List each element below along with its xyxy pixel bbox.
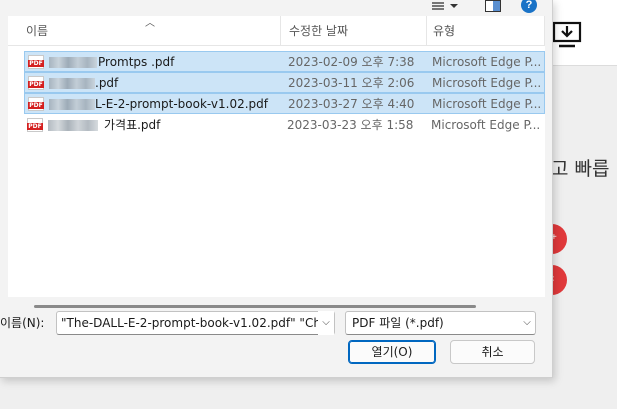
filename-input[interactable]: "The-DALL-E-2-prompt-book-v1.02.pdf" "Ch… (56, 311, 335, 335)
cancel-button[interactable]: 취소 (450, 340, 535, 364)
chevron-down-icon[interactable]: ⌵ (520, 311, 534, 335)
pdf-icon (28, 76, 44, 90)
horizontal-scrollbar[interactable] (34, 305, 476, 308)
pdf-icon (27, 118, 43, 132)
view-menu-icon[interactable] (432, 0, 458, 12)
open-button[interactable]: 열기(O) (348, 340, 436, 364)
file-date: 2023-03-27 오후 4:40 (288, 97, 415, 111)
file-name: 가격표.pdf (104, 118, 161, 132)
pdf-icon (28, 97, 44, 111)
help-icon[interactable]: ? (521, 0, 537, 13)
file-date: 2023-03-11 오후 2:06 (288, 76, 415, 90)
file-name: L-E-2-prompt-book-v1.02.pdf (95, 97, 269, 111)
background-text: 고 빠릅 (551, 158, 610, 180)
redacted-text (49, 57, 97, 68)
redacted-text (48, 120, 98, 131)
file-open-dialog: ? 이름 ︿ 수정한 날짜 유형 Promtps .pdf 2023-02-09… (0, 0, 553, 378)
redacted-text (49, 78, 95, 89)
file-row[interactable]: 가격표.pdf 2023-03-23 오후 1:58 Microsoft Edg… (24, 115, 545, 136)
file-row[interactable]: L-E-2-prompt-book-v1.02.pdf 2023-03-27 오… (24, 93, 545, 114)
file-date: 2023-02-09 오후 7:38 (288, 55, 415, 69)
file-type: Microsoft Edge P... (432, 97, 542, 111)
column-date[interactable]: 수정한 날짜 (280, 16, 426, 46)
file-type: Microsoft Edge P... (432, 55, 542, 69)
filetype-select[interactable]: PDF 파일 (*.pdf) (345, 311, 536, 335)
dialog-toolbar: ? (0, 0, 553, 14)
chevron-down-icon[interactable]: ⌵ (318, 311, 334, 335)
column-divider (544, 16, 557, 46)
file-row[interactable]: Promtps .pdf 2023-02-09 오후 7:38 Microsof… (24, 51, 545, 72)
column-type[interactable]: 유형 (426, 16, 545, 46)
redacted-text (49, 99, 95, 110)
filename-label: 이름(N): (0, 316, 45, 330)
file-list[interactable]: 이름 ︿ 수정한 날짜 유형 Promtps .pdf 2023-02-09 오… (8, 16, 545, 308)
preview-pane-icon[interactable] (485, 0, 501, 12)
column-header: 이름 ︿ 수정한 날짜 유형 (8, 16, 545, 46)
file-name: .pdf (95, 76, 119, 90)
sort-ascending-icon: ︿ (145, 18, 155, 29)
file-type: Microsoft Edge P... (432, 76, 542, 90)
file-date: 2023-03-23 오후 1:58 (287, 118, 414, 132)
file-type: Microsoft Edge P... (431, 118, 541, 132)
file-name: Promtps .pdf (98, 55, 175, 69)
file-row[interactable]: .pdf 2023-03-11 오후 2:06 Microsoft Edge P… (24, 72, 545, 93)
pdf-icon (28, 55, 44, 69)
